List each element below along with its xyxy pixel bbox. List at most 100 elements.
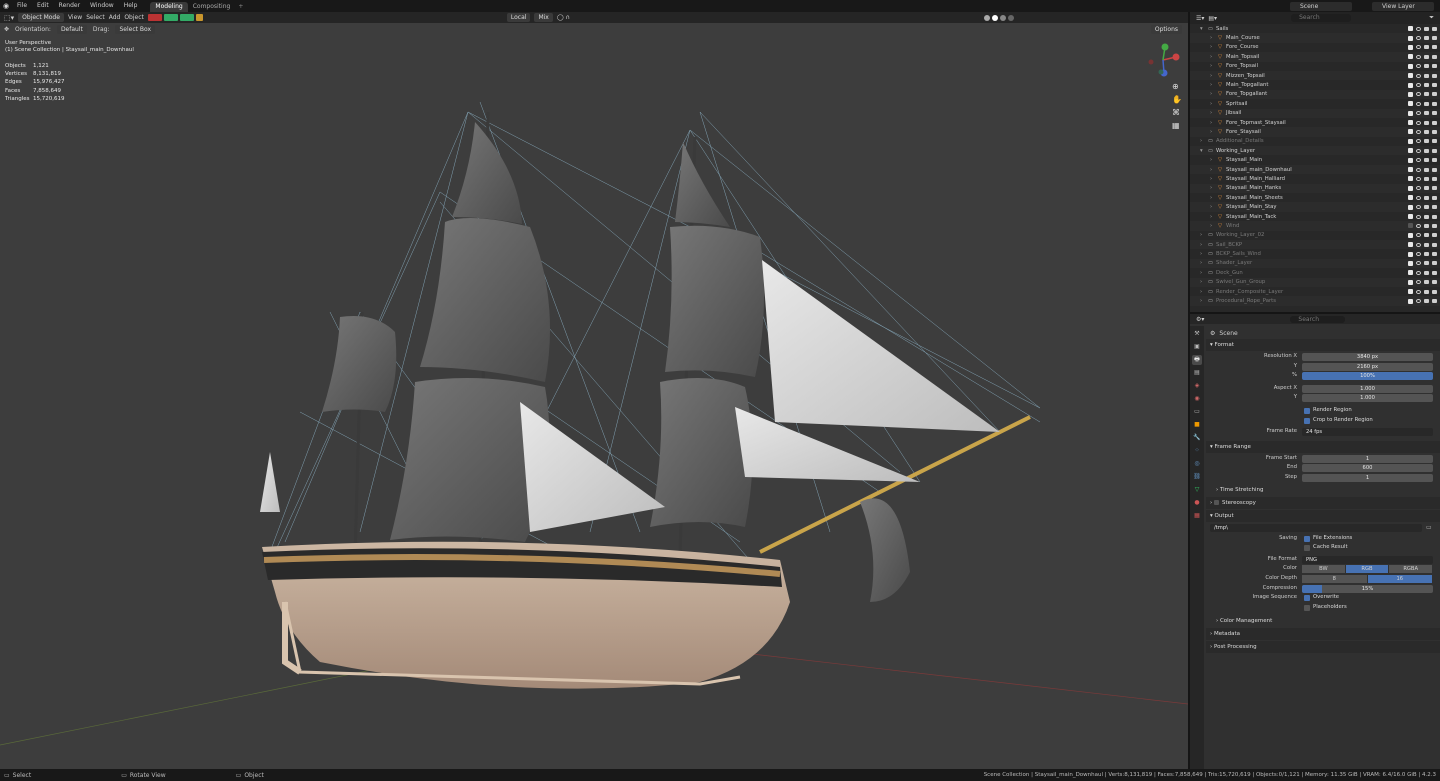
- expand-arrow-icon[interactable]: ›: [1210, 44, 1218, 50]
- monitor-icon[interactable]: [1424, 129, 1429, 134]
- eye-icon[interactable]: [1416, 129, 1421, 134]
- depth-8-option[interactable]: 8: [1302, 574, 1368, 583]
- include-checkbox[interactable]: [1408, 63, 1413, 69]
- camera-icon[interactable]: [1432, 129, 1437, 134]
- expand-arrow-icon[interactable]: ›: [1210, 73, 1218, 79]
- metadata-section-header[interactable]: › Metadata: [1206, 628, 1440, 641]
- camera-icon[interactable]: [1432, 205, 1437, 210]
- visibility-toggles[interactable]: [1408, 242, 1437, 248]
- menu-view[interactable]: View: [68, 14, 82, 21]
- visibility-toggles[interactable]: [1408, 73, 1437, 79]
- outliner-row[interactable]: › ▭ Sail_BCKP: [1190, 239, 1440, 250]
- placeholders-checkbox[interactable]: [1304, 604, 1310, 611]
- expand-arrow-icon[interactable]: ›: [1200, 242, 1208, 248]
- expand-arrow-icon[interactable]: ▾: [1200, 148, 1208, 154]
- folder-icon[interactable]: ▭: [1426, 524, 1432, 531]
- visibility-toggles[interactable]: [1408, 35, 1437, 41]
- include-checkbox[interactable]: [1408, 298, 1413, 304]
- color-rgb-option[interactable]: RGB: [1345, 565, 1390, 574]
- camera-icon[interactable]: [1432, 186, 1437, 191]
- visibility-toggles[interactable]: [1408, 298, 1437, 304]
- expand-arrow-icon[interactable]: ›: [1210, 101, 1218, 107]
- file-extensions-checkbox[interactable]: [1304, 535, 1310, 542]
- eye-icon[interactable]: [1416, 111, 1421, 116]
- menu-edit[interactable]: Edit: [32, 0, 54, 12]
- camera-icon[interactable]: [1432, 158, 1437, 163]
- visibility-toggles[interactable]: [1408, 26, 1437, 32]
- output-section-header[interactable]: ▾ Output: [1206, 509, 1440, 522]
- menu-window[interactable]: Window: [85, 0, 119, 12]
- eye-icon[interactable]: [1416, 148, 1421, 153]
- outliner-row[interactable]: › ▭ Swivel_Gun_Group: [1190, 277, 1440, 287]
- monitor-icon[interactable]: [1424, 223, 1429, 228]
- include-checkbox[interactable]: [1408, 279, 1413, 285]
- visibility-toggles[interactable]: [1408, 91, 1437, 97]
- monitor-icon[interactable]: [1424, 186, 1429, 191]
- object-tab-icon[interactable]: ■: [1192, 420, 1202, 430]
- expand-arrow-icon[interactable]: ›: [1200, 138, 1208, 144]
- include-checkbox[interactable]: [1408, 251, 1413, 257]
- outliner-row[interactable]: › ▽ Staysail_Main_Halliard: [1190, 174, 1440, 183]
- visibility-toggles[interactable]: [1408, 82, 1437, 88]
- visibility-toggles[interactable]: [1408, 157, 1437, 163]
- color-depth-toggle[interactable]: 8 16: [1302, 574, 1433, 583]
- depth-16-option[interactable]: 16: [1367, 574, 1433, 583]
- monitor-icon[interactable]: [1424, 195, 1429, 200]
- pan-hand-icon[interactable]: ✋: [1172, 95, 1182, 104]
- eye-icon[interactable]: [1416, 83, 1421, 88]
- tab-compositing[interactable]: Compositing: [188, 2, 236, 12]
- cache-result-checkbox[interactable]: [1304, 545, 1310, 552]
- eye-icon[interactable]: [1416, 54, 1421, 59]
- camera-icon[interactable]: [1432, 280, 1437, 285]
- visibility-toggles[interactable]: [1408, 120, 1437, 126]
- visibility-toggles[interactable]: [1408, 289, 1437, 295]
- scene-tab-icon[interactable]: ◈: [1192, 381, 1202, 391]
- eye-icon[interactable]: [1416, 242, 1421, 247]
- expand-arrow-icon[interactable]: ›: [1210, 214, 1218, 220]
- outliner-row[interactable]: › ▭ Deck_Gun: [1190, 268, 1440, 277]
- proportional-edit-icon[interactable]: ◯ ∩: [557, 14, 570, 21]
- include-checkbox[interactable]: [1408, 232, 1413, 238]
- camera-icon[interactable]: [1432, 64, 1437, 69]
- menu-object[interactable]: Object: [124, 14, 144, 21]
- view-layer-tab-icon[interactable]: ▤: [1192, 368, 1202, 378]
- visibility-toggles[interactable]: [1408, 138, 1437, 144]
- outliner-row[interactable]: › ▽ Staysail_Main_Sheets: [1190, 193, 1440, 202]
- include-checkbox[interactable]: [1408, 167, 1413, 173]
- camera-icon[interactable]: [1432, 54, 1437, 59]
- properties-search[interactable]: Search: [1290, 315, 1346, 323]
- expand-arrow-icon[interactable]: ›: [1200, 260, 1208, 266]
- post-processing-section-header[interactable]: › Post Processing: [1206, 641, 1440, 654]
- expand-arrow-icon[interactable]: ›: [1210, 110, 1218, 116]
- include-checkbox[interactable]: [1408, 91, 1413, 97]
- visibility-toggles[interactable]: [1408, 129, 1437, 135]
- outliner-row[interactable]: › ▽ Spritsail: [1190, 99, 1440, 108]
- expand-arrow-icon[interactable]: ›: [1210, 223, 1218, 229]
- camera-icon[interactable]: [1432, 26, 1437, 31]
- zoom-icon[interactable]: ⊕: [1172, 82, 1182, 91]
- file-format-select[interactable]: PNG: [1302, 555, 1433, 564]
- drag-select[interactable]: Select Box: [115, 25, 156, 34]
- monitor-icon[interactable]: [1424, 101, 1429, 106]
- visibility-toggles[interactable]: [1408, 63, 1437, 69]
- eye-icon[interactable]: [1416, 92, 1421, 97]
- expand-arrow-icon[interactable]: ›: [1210, 82, 1218, 88]
- monitor-icon[interactable]: [1424, 92, 1429, 97]
- resolution-y-field[interactable]: 2160 px: [1302, 362, 1433, 371]
- eye-icon[interactable]: [1416, 186, 1421, 191]
- menu-select[interactable]: Select: [86, 14, 105, 21]
- tab-modeling[interactable]: Modeling: [150, 1, 188, 12]
- monitor-icon[interactable]: [1424, 233, 1429, 238]
- shading-modes[interactable]: [983, 14, 1014, 21]
- eye-icon[interactable]: [1416, 45, 1421, 50]
- outliner-row[interactable]: › ▽ Staysail_Main_Stay: [1190, 202, 1440, 212]
- outliner-row[interactable]: › ▭ Render_Composite_Layer: [1190, 287, 1440, 296]
- include-checkbox[interactable]: [1408, 223, 1413, 229]
- outliner-row[interactable]: › ▽ Staysail_Main: [1190, 155, 1440, 164]
- include-checkbox[interactable]: [1408, 148, 1413, 154]
- outliner-row[interactable]: › ▽ Staysail_Main_Hanks: [1190, 183, 1440, 194]
- resolution-percent-field[interactable]: 100%: [1302, 372, 1433, 381]
- camera-icon[interactable]: [1432, 242, 1437, 247]
- monitor-icon[interactable]: [1424, 205, 1429, 210]
- blender-logo-icon[interactable]: ◉: [0, 2, 12, 10]
